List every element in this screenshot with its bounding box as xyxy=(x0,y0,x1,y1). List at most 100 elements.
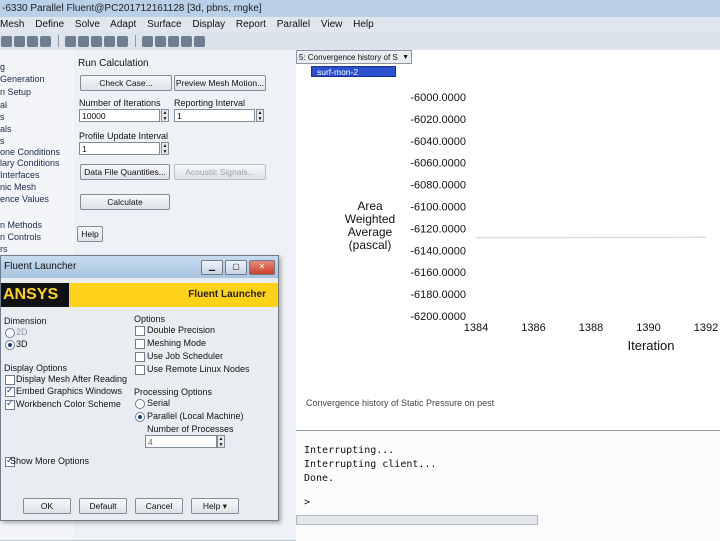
embed-graphics-checkbox[interactable] xyxy=(5,387,15,397)
iterations-input[interactable]: 10000 xyxy=(79,109,160,122)
num-processes-spinner[interactable]: ▲▼ xyxy=(217,435,225,448)
chart-window-selector-label: 5: Convergence history of S xyxy=(299,53,398,62)
profile-update-input[interactable]: 1 xyxy=(79,142,160,155)
fluent-launcher-dialog: Fluent Launcher ▁ ▢ ✕ ANSYS Fluent Launc… xyxy=(0,255,279,521)
tree-item[interactable]: nic Mesh xyxy=(0,182,36,192)
y-axis-label: Weighted xyxy=(345,212,395,226)
zoom-box-icon[interactable] xyxy=(78,36,89,47)
menu-report[interactable]: Report xyxy=(236,19,266,30)
acoustic-signals-button[interactable]: Acoustic Signals... xyxy=(174,164,266,180)
y-tick-label: -6020.0000 xyxy=(410,114,466,126)
menu-solve[interactable]: Solve xyxy=(75,19,100,30)
console-prompt[interactable]: > xyxy=(304,497,310,508)
check-case-button[interactable]: Check Case... xyxy=(80,75,172,91)
chart-window-selector[interactable]: 5: Convergence history of S ▼ xyxy=(296,50,412,64)
preview-mesh-motion-button[interactable]: Preview Mesh Motion... xyxy=(174,75,266,91)
profile-update-spinner[interactable]: ▲▼ xyxy=(161,142,169,155)
arrow-icon[interactable] xyxy=(181,36,192,47)
minimize-button[interactable]: ▁ xyxy=(201,260,223,275)
menu-help[interactable]: Help xyxy=(353,19,374,30)
camera-icon[interactable] xyxy=(40,36,51,47)
layout-icon[interactable] xyxy=(194,36,205,47)
print-icon[interactable] xyxy=(27,36,38,47)
dimension-label: Dimension xyxy=(4,316,47,326)
console-scrollbar[interactable] xyxy=(296,515,538,525)
tree-item[interactable]: ence Values xyxy=(0,194,49,204)
tree-item[interactable]: als xyxy=(0,124,12,134)
x-tick-label: 1390 xyxy=(636,322,660,334)
tree-item[interactable]: one Conditions xyxy=(0,147,60,157)
menu-mesh[interactable]: Mesh xyxy=(0,19,24,30)
maximize-button[interactable]: ▢ xyxy=(225,260,247,275)
tree-item[interactable]: g xyxy=(0,62,5,72)
help-button[interactable]: Help xyxy=(77,226,103,242)
double-precision-checkbox[interactable] xyxy=(135,326,145,336)
workbench-color-checkbox[interactable] xyxy=(5,400,15,410)
reporting-interval-input[interactable]: 1 xyxy=(174,109,255,122)
meshing-mode-checkbox[interactable] xyxy=(135,339,145,349)
menu-define[interactable]: Define xyxy=(35,19,64,30)
tree-item[interactable]: s xyxy=(0,136,5,146)
workbench-color-label: Workbench Color Scheme xyxy=(16,399,121,409)
dimension-3d-label: 3D xyxy=(16,339,28,349)
show-more-options-label: Show More Options xyxy=(10,456,89,466)
rotate-icon[interactable] xyxy=(65,36,76,47)
remote-linux-checkbox[interactable] xyxy=(135,365,145,375)
job-scheduler-checkbox[interactable] xyxy=(135,352,145,362)
menu-display[interactable]: Display xyxy=(192,19,225,30)
tree-item[interactable]: al xyxy=(0,100,7,110)
menu-view[interactable]: View xyxy=(321,19,343,30)
y-tick-label: -6140.0000 xyxy=(410,245,466,257)
meshing-mode-label: Meshing Mode xyxy=(147,338,206,348)
close-button[interactable]: ✕ xyxy=(249,260,275,275)
tree-item[interactable]: Interfaces xyxy=(0,170,40,180)
window-title-bar[interactable]: -6330 Parallel Fluent@PC201712161128 [3d… xyxy=(0,0,720,17)
open-icon[interactable] xyxy=(1,36,12,47)
save-icon[interactable] xyxy=(14,36,25,47)
num-processes-input[interactable]: 4 xyxy=(145,435,217,448)
help-dropdown-label: Help xyxy=(203,501,220,511)
menu-adapt[interactable]: Adapt xyxy=(110,19,136,30)
dimension-2d-label: 2D xyxy=(16,327,28,337)
y-tick-label: -6060.0000 xyxy=(410,158,466,170)
reporting-interval-spinner[interactable]: ▲▼ xyxy=(256,109,264,122)
menu-parallel[interactable]: Parallel xyxy=(277,19,310,30)
y-tick-label: -6160.0000 xyxy=(410,267,466,279)
launcher-banner: ANSYS Fluent Launcher xyxy=(1,283,278,307)
zoom-in-icon[interactable] xyxy=(91,36,102,47)
tree-item[interactable]: s xyxy=(0,112,5,122)
display-mesh-checkbox[interactable] xyxy=(5,375,15,385)
view-icon[interactable] xyxy=(168,36,179,47)
serial-radio[interactable] xyxy=(135,399,145,409)
toolbar xyxy=(0,32,720,51)
fit-icon[interactable] xyxy=(142,36,153,47)
cancel-button[interactable]: Cancel xyxy=(135,498,183,514)
convergence-chart: -6000.0000-6020.0000-6040.0000-6060.0000… xyxy=(296,64,720,430)
parallel-radio[interactable] xyxy=(135,412,145,422)
ok-button[interactable]: OK xyxy=(23,498,71,514)
tree-item[interactable]: Generation xyxy=(0,74,45,84)
probe-icon[interactable] xyxy=(117,36,128,47)
tree-item[interactable]: n Controls xyxy=(0,232,41,242)
console-panel[interactable]: Interrupting... Interrupting client... D… xyxy=(296,430,720,541)
default-button[interactable]: Default xyxy=(79,498,127,514)
iterations-spinner[interactable]: ▲▼ xyxy=(161,109,169,122)
toolbar-divider xyxy=(58,35,59,47)
tree-item[interactable]: rs xyxy=(0,244,8,254)
menu-surface[interactable]: Surface xyxy=(147,19,181,30)
tree-item[interactable]: n Setup xyxy=(0,87,31,97)
calculate-button[interactable]: Calculate xyxy=(80,194,170,210)
tree-item[interactable]: lary Conditions xyxy=(0,158,60,168)
dimension-2d-radio[interactable] xyxy=(5,328,15,338)
panel-title: Run Calculation xyxy=(78,58,149,69)
embed-graphics-label: Embed Graphics Windows xyxy=(16,386,122,396)
tree-item[interactable]: n Methods xyxy=(0,220,42,230)
reporting-interval-label: Reporting Interval xyxy=(174,98,245,108)
y-tick-label: -6000.0000 xyxy=(410,92,466,104)
zoom-icon[interactable] xyxy=(104,36,115,47)
dimension-3d-radio[interactable] xyxy=(5,340,15,350)
data-file-quantities-button[interactable]: Data File Quantities... xyxy=(80,164,170,180)
y-axis-label: Area xyxy=(357,199,383,213)
help-dropdown-button[interactable]: Help ▾ xyxy=(191,498,239,514)
axes-icon[interactable] xyxy=(155,36,166,47)
